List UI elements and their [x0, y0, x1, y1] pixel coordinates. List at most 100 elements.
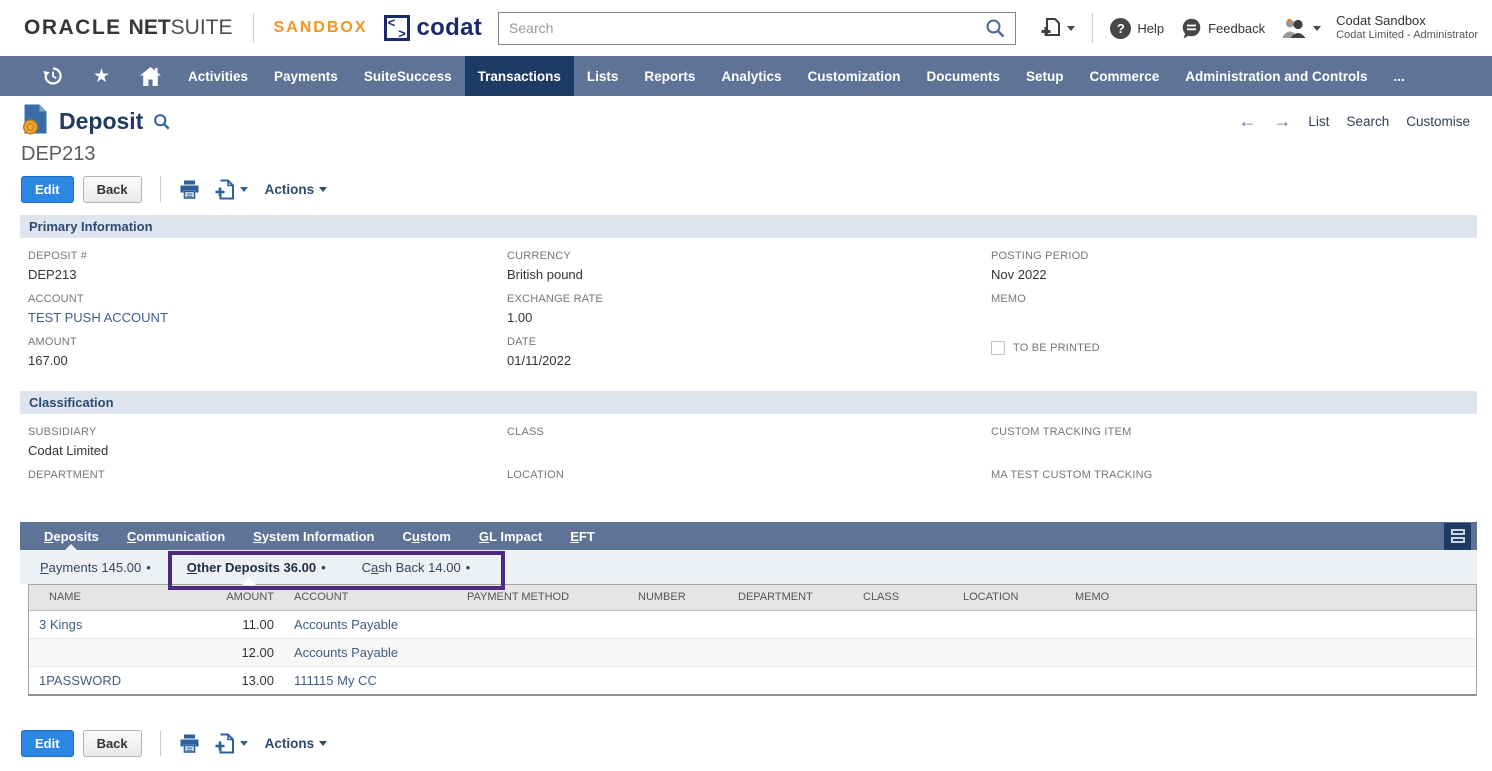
amount-cell: 12.00 [194, 638, 286, 666]
account-role: Codat Limited - Administrator [1336, 29, 1478, 43]
memo-field: MEMO [991, 293, 1477, 327]
global-search-input[interactable] [509, 20, 985, 36]
print-icon[interactable] [179, 733, 200, 754]
payment-method-cell [459, 610, 630, 638]
nav-item-administration-and-controls[interactable]: Administration and Controls [1172, 56, 1380, 96]
tab-deposits[interactable]: Deposits [30, 522, 113, 550]
deposit-record-icon [22, 104, 49, 140]
class-cell [855, 610, 955, 638]
account-cell[interactable]: Accounts Payable [286, 610, 459, 638]
name-cell [29, 638, 194, 666]
account-cell[interactable]: Accounts Payable [286, 638, 459, 666]
home-icon[interactable] [126, 56, 175, 96]
codat-logo: <> codat [384, 14, 483, 42]
tab-gl-impact[interactable]: GL Impact [465, 522, 556, 550]
nav-item-reports[interactable]: Reports [631, 56, 708, 96]
forward-arrow-icon[interactable]: → [1273, 111, 1291, 132]
edit-button[interactable]: Edit [21, 176, 74, 203]
global-search [498, 12, 1016, 45]
toggle-subtab-view-icon[interactable] [1444, 523, 1471, 550]
nav-item-documents[interactable]: Documents [913, 56, 1013, 96]
memo-cell [1067, 638, 1476, 666]
chevron-down-icon [319, 187, 327, 192]
edit-button-bottom[interactable]: Edit [21, 730, 74, 757]
amount-field: AMOUNT 167.00 [28, 336, 507, 370]
chevron-down-icon [319, 741, 327, 746]
help-icon: ? [1110, 18, 1131, 39]
tab-communication[interactable]: Communication [113, 522, 239, 550]
print-icon[interactable] [179, 179, 200, 200]
tab-system-information[interactable]: System Information [239, 522, 388, 550]
account-field: ACCOUNT TEST PUSH ACCOUNT [28, 293, 507, 327]
location-cell [955, 666, 1067, 694]
record-tabbar: Deposits Communication System Informatio… [20, 522, 1477, 550]
bullet-icon: • [321, 560, 326, 575]
classification-header: Classification [20, 391, 1477, 414]
quick-add-icon[interactable] [1040, 17, 1075, 39]
class-cell [855, 638, 955, 666]
tab-eft[interactable]: EFT [556, 522, 609, 550]
number-cell [630, 610, 730, 638]
name-cell[interactable]: 1PASSWORD [29, 666, 194, 694]
history-icon[interactable] [28, 56, 77, 96]
nav-item-transactions[interactable]: Transactions [465, 56, 574, 96]
nav-item-suitesuccess[interactable]: SuiteSuccess [351, 56, 465, 96]
bullet-icon: • [146, 560, 151, 575]
amount-cell: 13.00 [194, 666, 286, 694]
currency-field: CURRENCY British pound [507, 250, 991, 284]
help-label: Help [1137, 21, 1164, 36]
department-cell [730, 666, 855, 694]
help-menu[interactable]: ? Help [1110, 18, 1172, 39]
feedback-label: Feedback [1208, 21, 1265, 36]
date-field: DATE 01/11/2022 [507, 336, 991, 370]
name-cell[interactable]: 3 Kings [29, 610, 194, 638]
nav-item-more[interactable]: ... [1381, 56, 1418, 96]
record-search-icon[interactable] [153, 113, 170, 130]
role-menu[interactable] [1282, 17, 1321, 39]
chevron-down-icon [240, 187, 248, 192]
actions-button-bottom[interactable]: Actions [265, 736, 328, 751]
nav-item-payments[interactable]: Payments [261, 56, 351, 96]
subtab-cash-back[interactable]: Cash Back 14.00• [362, 550, 471, 584]
actions-button[interactable]: Actions [265, 182, 328, 197]
back-button[interactable]: Back [83, 176, 142, 203]
nav-item-analytics[interactable]: Analytics [708, 56, 794, 96]
memo-cell [1067, 666, 1476, 694]
header-divider [253, 13, 254, 43]
nav-item-setup[interactable]: Setup [1013, 56, 1077, 96]
customise-link[interactable]: Customise [1406, 114, 1470, 129]
page-title: Deposit [59, 108, 143, 135]
search-icon[interactable] [985, 18, 1005, 38]
record-id: DEP213 [21, 143, 1492, 166]
posting-period-field: POSTING PERIOD Nov 2022 [991, 250, 1477, 284]
tab-custom[interactable]: Custom [389, 522, 465, 550]
memo-cell [1067, 610, 1476, 638]
nav-item-lists[interactable]: Lists [574, 56, 632, 96]
list-link[interactable]: List [1308, 114, 1329, 129]
nav-item-activities[interactable]: Activities [175, 56, 261, 96]
back-button-bottom[interactable]: Back [83, 730, 142, 757]
add-record-icon[interactable] [215, 179, 248, 200]
payment-method-cell [459, 638, 630, 666]
add-record-icon[interactable] [215, 733, 248, 754]
table-row: 12.00 Accounts Payable [29, 638, 1476, 666]
shortcuts-star-icon[interactable]: ★ [77, 56, 126, 96]
back-arrow-icon[interactable]: ← [1238, 111, 1256, 132]
nav-item-customization[interactable]: Customization [794, 56, 913, 96]
table-header-row: NAME AMOUNT ACCOUNT PAYMENT METHOD NUMBE… [29, 585, 1476, 610]
record-nav-links: ← → List Search Customise [1238, 111, 1470, 132]
account-cell[interactable]: 111115 My CC [286, 666, 459, 694]
chevron-down-icon [1067, 26, 1075, 31]
deposits-subtabbar: Payments 145.00• Other Deposits 36.00• C… [20, 550, 1477, 584]
to-be-printed-checkbox [991, 341, 1005, 355]
header-divider [1092, 13, 1093, 43]
feedback-menu[interactable]: Feedback [1181, 18, 1273, 39]
codat-icon: <> [384, 15, 410, 41]
other-deposits-table: NAME AMOUNT ACCOUNT PAYMENT METHOD NUMBE… [28, 584, 1477, 696]
search-link[interactable]: Search [1346, 114, 1389, 129]
account-link[interactable]: TEST PUSH ACCOUNT [28, 310, 507, 327]
subtab-payments[interactable]: Payments 145.00• [40, 550, 151, 584]
nav-item-commerce[interactable]: Commerce [1077, 56, 1173, 96]
subtab-other-deposits[interactable]: Other Deposits 36.00• [187, 550, 326, 584]
oracle-logo-text: ORACLE [24, 16, 122, 40]
